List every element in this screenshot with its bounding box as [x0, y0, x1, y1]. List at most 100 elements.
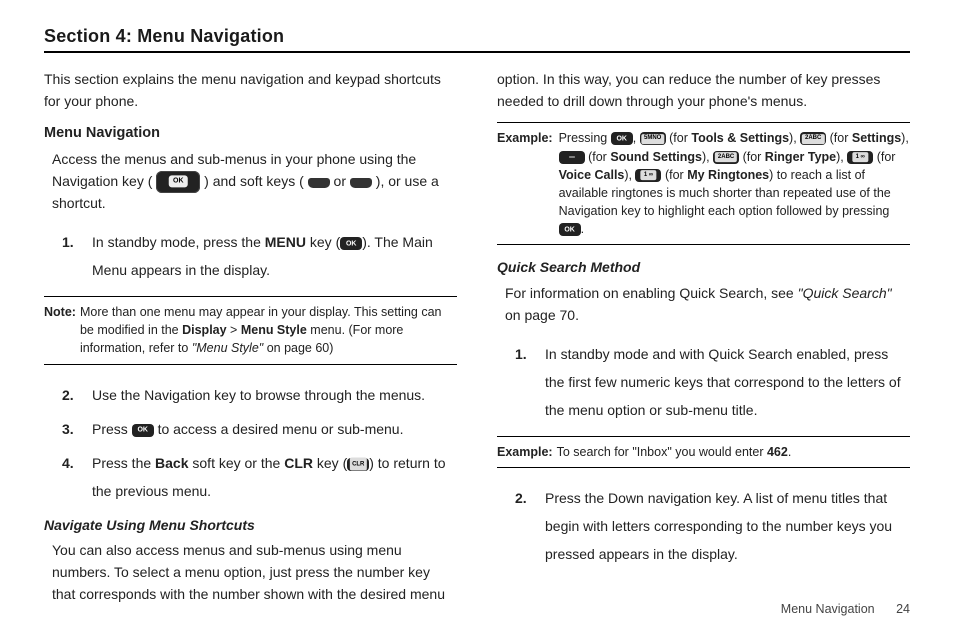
left-column: This section explains the menu navigatio… [44, 67, 457, 615]
myring-label: My Ringtones [687, 168, 769, 182]
key-1-icon [847, 151, 873, 164]
text: ), [901, 131, 909, 145]
step-number: 2. [515, 484, 533, 568]
left-softkey-icon [308, 178, 330, 188]
step-4: 4. Press the Back soft key or the CLR ke… [44, 445, 457, 507]
example-text: Pressing , (for Tools & Settings), (for … [557, 129, 910, 238]
step-text: Press to access a desired menu or sub-me… [92, 415, 457, 443]
text: key ( [306, 234, 340, 250]
back-label: Back [155, 455, 188, 471]
ok-key-icon [132, 424, 154, 437]
text: soft key or the [189, 455, 285, 471]
text: (for [873, 150, 895, 164]
text: or [334, 173, 350, 189]
menu-style-ref: "Menu Style" [192, 341, 263, 355]
text: For information on enabling Quick Search… [505, 285, 798, 301]
text: Press the [92, 455, 155, 471]
step-2: 2. Use the Navigation key to browse thro… [44, 377, 457, 411]
step-text: Press the Back soft key or the CLR key (… [92, 449, 457, 505]
heading-menu-navigation: Menu Navigation [44, 122, 457, 144]
example-box-1: Example: Pressing , (for Tools & Setting… [497, 122, 910, 245]
text: > [227, 323, 241, 337]
inbox-code: 462 [767, 445, 788, 459]
text: . [788, 445, 791, 459]
text: In standby mode, press the [92, 234, 265, 250]
two-column-layout: This section explains the menu navigatio… [44, 67, 910, 615]
text: (for [666, 131, 692, 145]
right-softkey-icon [350, 178, 372, 188]
footer: Menu Navigation 24 [781, 602, 910, 616]
heading-shortcuts: Navigate Using Menu Shortcuts [44, 515, 457, 537]
key-1-icon [635, 169, 661, 182]
navigation-key-icon [156, 171, 200, 193]
ok-key-icon [340, 237, 362, 250]
text: (for [826, 131, 852, 145]
step-text: In standby mode, press the MENU key (). … [92, 228, 457, 284]
text: , [633, 131, 640, 145]
right-column: option. In this way, you can reduce the … [497, 67, 910, 615]
step-number: 3. [62, 415, 80, 443]
text: on page 70. [505, 307, 579, 323]
step-text: Press the Down navigation key. A list of… [545, 484, 910, 568]
clr-label: CLR [284, 455, 313, 471]
tools-label: Tools & Settings [691, 131, 789, 145]
ringer-label: Ringer Type [765, 150, 836, 164]
example-box-2: Example: To search for "Inbox" you would… [497, 436, 910, 468]
ok-key-icon [559, 223, 581, 236]
clr-key-icon [347, 458, 369, 471]
step-number: 4. [62, 449, 80, 505]
example-label: Example: [497, 129, 553, 238]
text: on page 60) [263, 341, 333, 355]
text: ), [702, 150, 713, 164]
menu-style-label: Menu Style [241, 323, 307, 337]
quick-search-link: "Quick Search" [798, 285, 892, 301]
text: to access a desired menu or sub-menu. [154, 421, 404, 437]
qs-step-1: 1. In standby mode and with Quick Search… [497, 336, 910, 426]
text: ), [836, 150, 847, 164]
display-label: Display [182, 323, 226, 337]
note-text: More than one menu may appear in your di… [80, 303, 457, 357]
step-1: 1. In standby mode, press the MENU key (… [44, 224, 457, 286]
note-label: Note: [44, 303, 76, 357]
nav-access-text: Access the menus and sub-menus in your p… [44, 149, 457, 214]
key-2-icon [800, 132, 826, 145]
step-3: 3. Press to access a desired menu or sub… [44, 411, 457, 445]
text: (for [739, 150, 765, 164]
key-2-icon [713, 151, 739, 164]
text: (for [588, 150, 610, 164]
quick-search-ref: For information on enabling Quick Search… [497, 283, 910, 326]
step-text: In standby mode and with Quick Search en… [545, 340, 910, 424]
page-number: 24 [896, 602, 910, 616]
section-title: Section 4: Menu Navigation [44, 26, 910, 47]
menu-label: MENU [265, 234, 306, 250]
text: key ( [313, 455, 347, 471]
text: Press [92, 421, 132, 437]
text: To search for "Inbox" you would enter [557, 445, 767, 459]
step-number: 2. [62, 381, 80, 409]
text: ) and soft keys ( [204, 173, 304, 189]
text: ), [789, 131, 800, 145]
sound-label: Sound Settings [610, 150, 702, 164]
footer-label: Menu Navigation [781, 602, 875, 616]
text: Pressing [559, 131, 611, 145]
key-5-icon [640, 132, 666, 145]
shortcuts-text: You can also access menus and sub-menus … [44, 540, 457, 605]
voice-label: Voice Calls [559, 168, 625, 182]
example-text: To search for "Inbox" you would enter 46… [557, 443, 910, 461]
step-text: Use the Navigation key to browse through… [92, 381, 457, 409]
text: (for [661, 168, 687, 182]
step-number: 1. [62, 228, 80, 284]
note-box: Note: More than one menu may appear in y… [44, 296, 457, 364]
example-label: Example: [497, 443, 553, 461]
heading-quick-search: Quick Search Method [497, 257, 910, 279]
step-number: 1. [515, 340, 533, 424]
intro-text: This section explains the menu navigatio… [44, 69, 457, 112]
continuation-text: option. In this way, you can reduce the … [497, 69, 910, 112]
title-rule [44, 51, 910, 53]
page: Section 4: Menu Navigation This section … [0, 0, 954, 636]
qs-step-2: 2. Press the Down navigation key. A list… [497, 480, 910, 570]
ok-key-icon [611, 132, 633, 145]
settings-label: Settings [852, 131, 901, 145]
text: . [581, 222, 584, 236]
key-icon [559, 151, 585, 164]
